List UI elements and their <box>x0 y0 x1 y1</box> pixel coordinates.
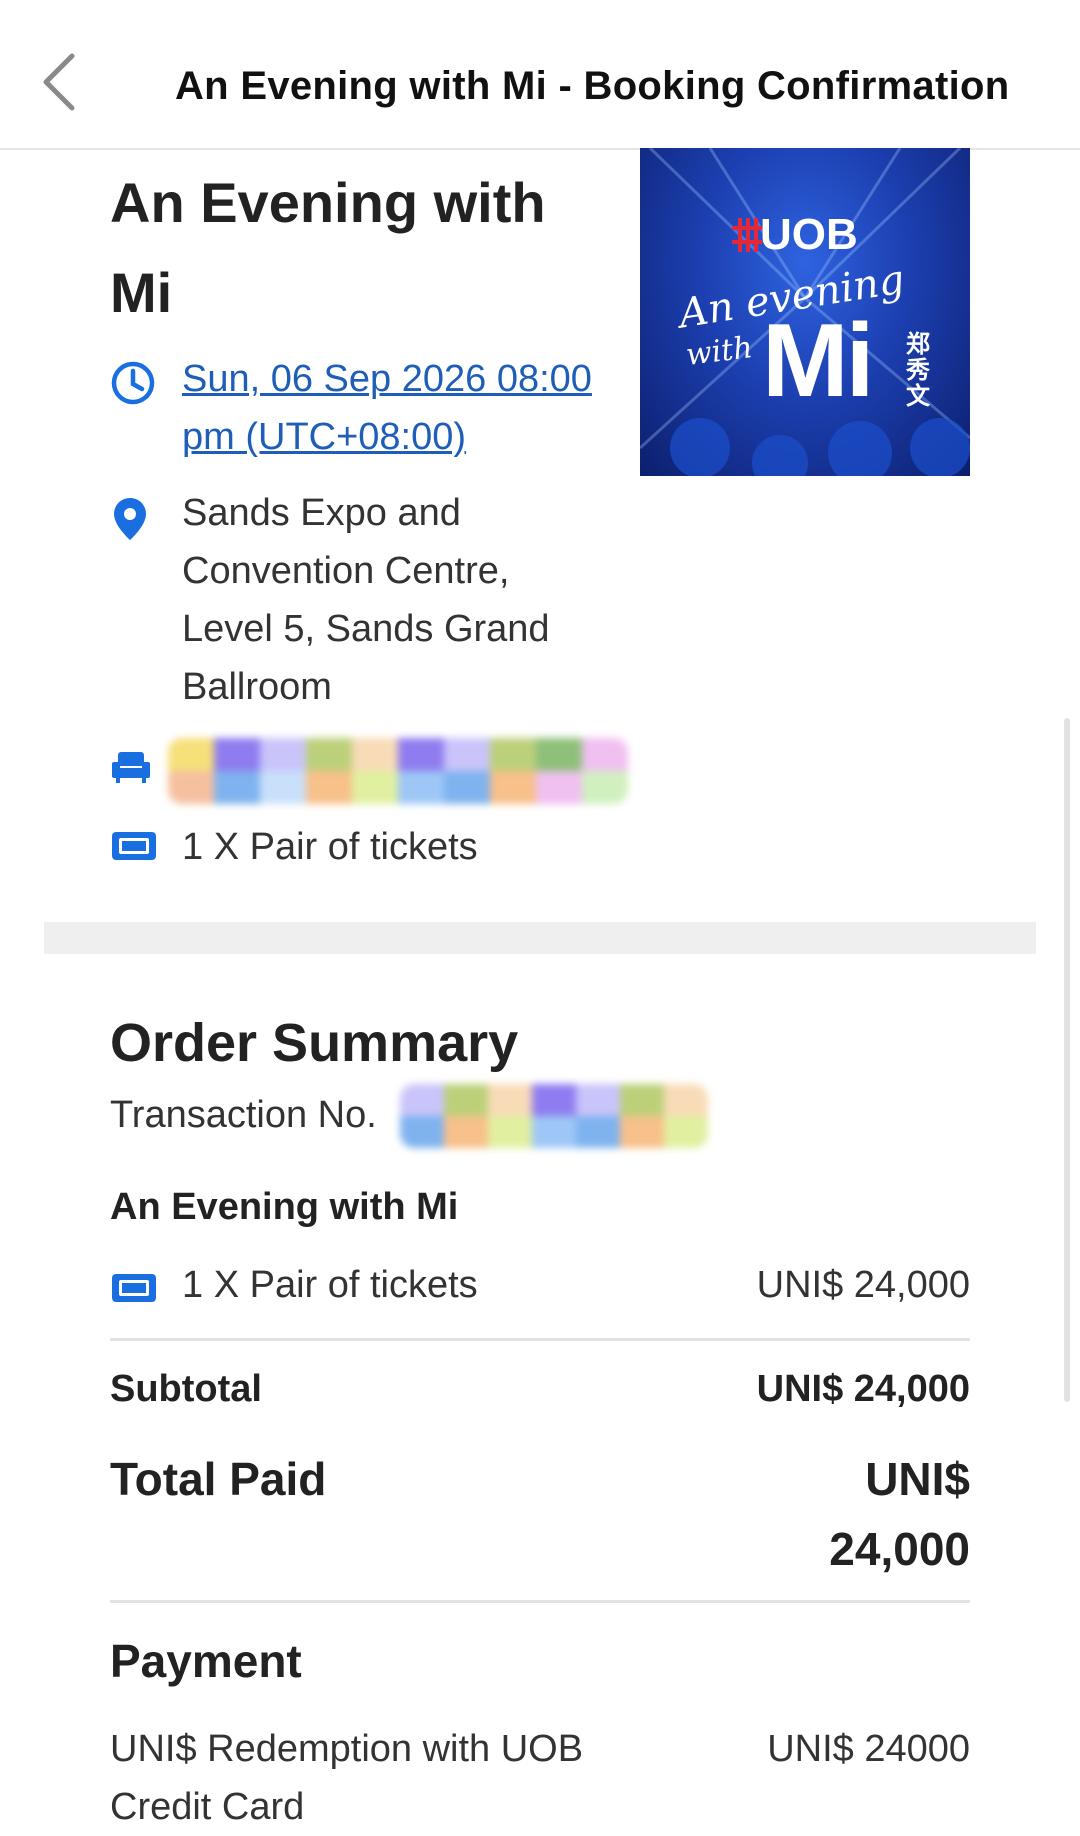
order-summary-title: Order Summary <box>110 1013 519 1073</box>
event-tickets: 1 X Pair of tickets <box>182 826 478 868</box>
total-paid-currency: UNI$ <box>865 1453 970 1505</box>
ticket-icon <box>112 1274 156 1302</box>
ticket-icon <box>112 832 156 860</box>
transaction-label: Transaction No. <box>110 1094 377 1136</box>
subtotal-label: Subtotal <box>110 1368 262 1410</box>
event-venue: Sands Expo and Convention Centre, Level … <box>182 492 550 708</box>
line-divider <box>110 1338 970 1341</box>
location-pin-icon <box>114 498 146 540</box>
header-title: An Evening with Mi - Booking Confirmatio… <box>175 64 1010 108</box>
event-datetime-row: Sun, 06 Sep 2026 08:00 pm (UTC+08:00) <box>110 350 640 470</box>
payment-title: Payment <box>110 1635 302 1687</box>
poster-brand: UOB <box>760 210 858 259</box>
order-item-line: 1 X Pair of tickets <box>182 1264 478 1306</box>
event-title: An Evening with Mi <box>110 171 546 324</box>
event-datetime-link[interactable]: Sun, 06 Sep 2026 08:00 pm (UTC+08:00) <box>182 350 642 466</box>
app-header: An Evening with Mi - Booking Confirmatio… <box>0 0 1080 150</box>
event-venue-row: Sands Expo and Convention Centre, Level … <box>110 484 640 724</box>
section-divider <box>44 922 1036 954</box>
total-paid-label: Total Paid <box>110 1453 327 1505</box>
chevron-left-icon[interactable] <box>40 52 80 112</box>
seat-icon <box>112 752 150 783</box>
poster-name: Mi <box>762 303 875 419</box>
event-tickets-row: 1 X Pair of tickets <box>110 818 640 878</box>
redacted-seat-info <box>168 738 628 804</box>
total-paid-amount: 24,000 <box>829 1523 970 1575</box>
order-item-price: UNI$ 24,000 <box>756 1264 970 1306</box>
payment-amount: UNI$ 24000 <box>767 1728 970 1770</box>
event-poster: UOB An evening with Mi 郑秀文 <box>640 148 970 476</box>
line-divider <box>110 1600 970 1603</box>
back-button[interactable] <box>40 52 100 124</box>
payment-method: UNI$ Redemption with UOB Credit Card <box>110 1728 584 1828</box>
clock-icon <box>111 361 155 405</box>
order-item-name: An Evening with Mi <box>110 1186 459 1228</box>
poster-chinese-name: 郑秀文 <box>906 331 930 410</box>
redacted-transaction-number <box>400 1084 708 1148</box>
event-seat-row <box>110 738 640 804</box>
subtotal-value: UNI$ 24,000 <box>756 1368 970 1410</box>
scrollbar[interactable] <box>1064 718 1070 1402</box>
